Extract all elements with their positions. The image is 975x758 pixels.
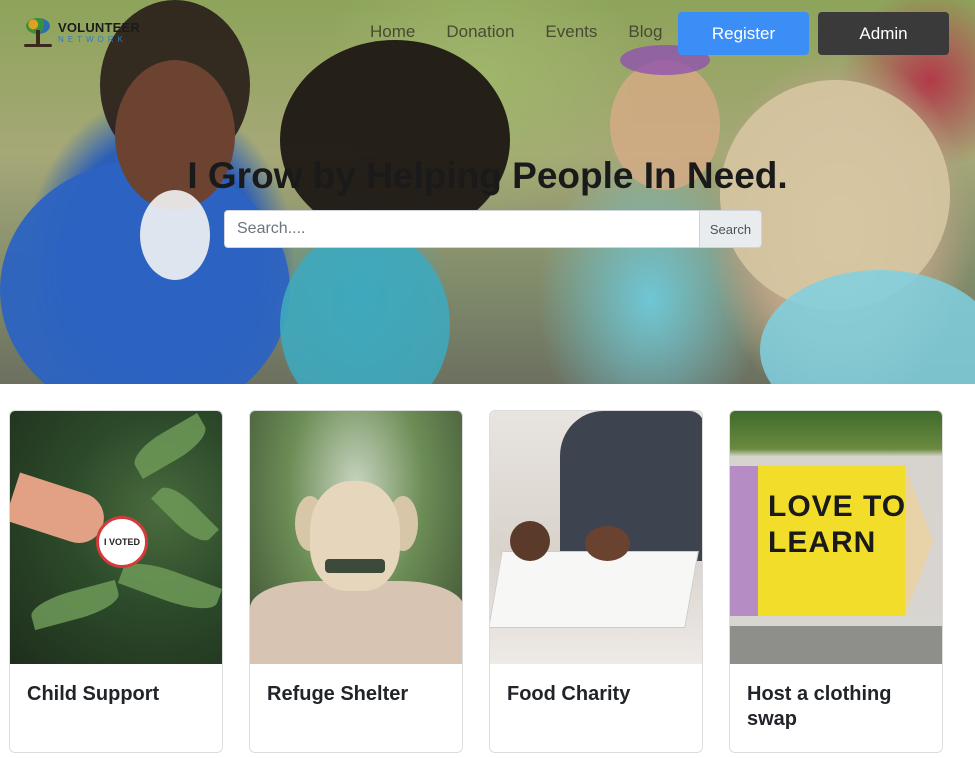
voted-badge: I VOTED (96, 516, 148, 568)
nav-home[interactable]: Home (370, 22, 415, 42)
nav-events[interactable]: Events (545, 22, 597, 42)
event-card-child-support[interactable]: I VOTED Child Support (9, 410, 223, 753)
card-image: LOVE TO LEARN (730, 411, 942, 664)
card-image: I VOTED (10, 411, 222, 664)
event-card-refuge-shelter[interactable]: Refuge Shelter (249, 410, 463, 753)
sign-text: LOVE TO LEARN (768, 490, 907, 559)
register-button[interactable]: Register (678, 12, 809, 55)
hero-banner: VOLUNTEER NETWORK Home Donation Events B… (0, 0, 975, 384)
card-title: Child Support (27, 683, 160, 705)
main-nav: Home Donation Events Blog (370, 22, 662, 42)
event-card-food-charity[interactable]: Food Charity (489, 410, 703, 753)
nav-blog[interactable]: Blog (628, 22, 662, 42)
brand-subtitle: NETWORK (58, 34, 127, 44)
card-title: Host a clothing swap (747, 683, 892, 730)
card-title: Refuge Shelter (267, 683, 409, 705)
tree-icon (24, 16, 52, 48)
brand-name: VOLUNTEER (58, 19, 140, 35)
search-input[interactable] (224, 210, 700, 248)
search-bar: Search (224, 210, 762, 248)
hero-photo-shape (140, 190, 210, 280)
card-title: Food Charity (507, 683, 631, 705)
admin-button[interactable]: Admin (818, 12, 949, 55)
event-card-clothing-swap[interactable]: LOVE TO LEARN Host a clothing swap (729, 410, 943, 753)
event-cards: I VOTED Child Support Refuge Shelter Foo… (9, 410, 943, 753)
hero-photo-shape (280, 230, 450, 384)
card-image (250, 411, 462, 664)
search-button[interactable]: Search (700, 210, 762, 248)
brand-logo[interactable]: VOLUNTEER NETWORK (24, 16, 140, 48)
nav-donation[interactable]: Donation (446, 22, 514, 42)
hero-headline: I Grow by Helping People In Need. (187, 155, 788, 196)
card-image (490, 411, 702, 664)
